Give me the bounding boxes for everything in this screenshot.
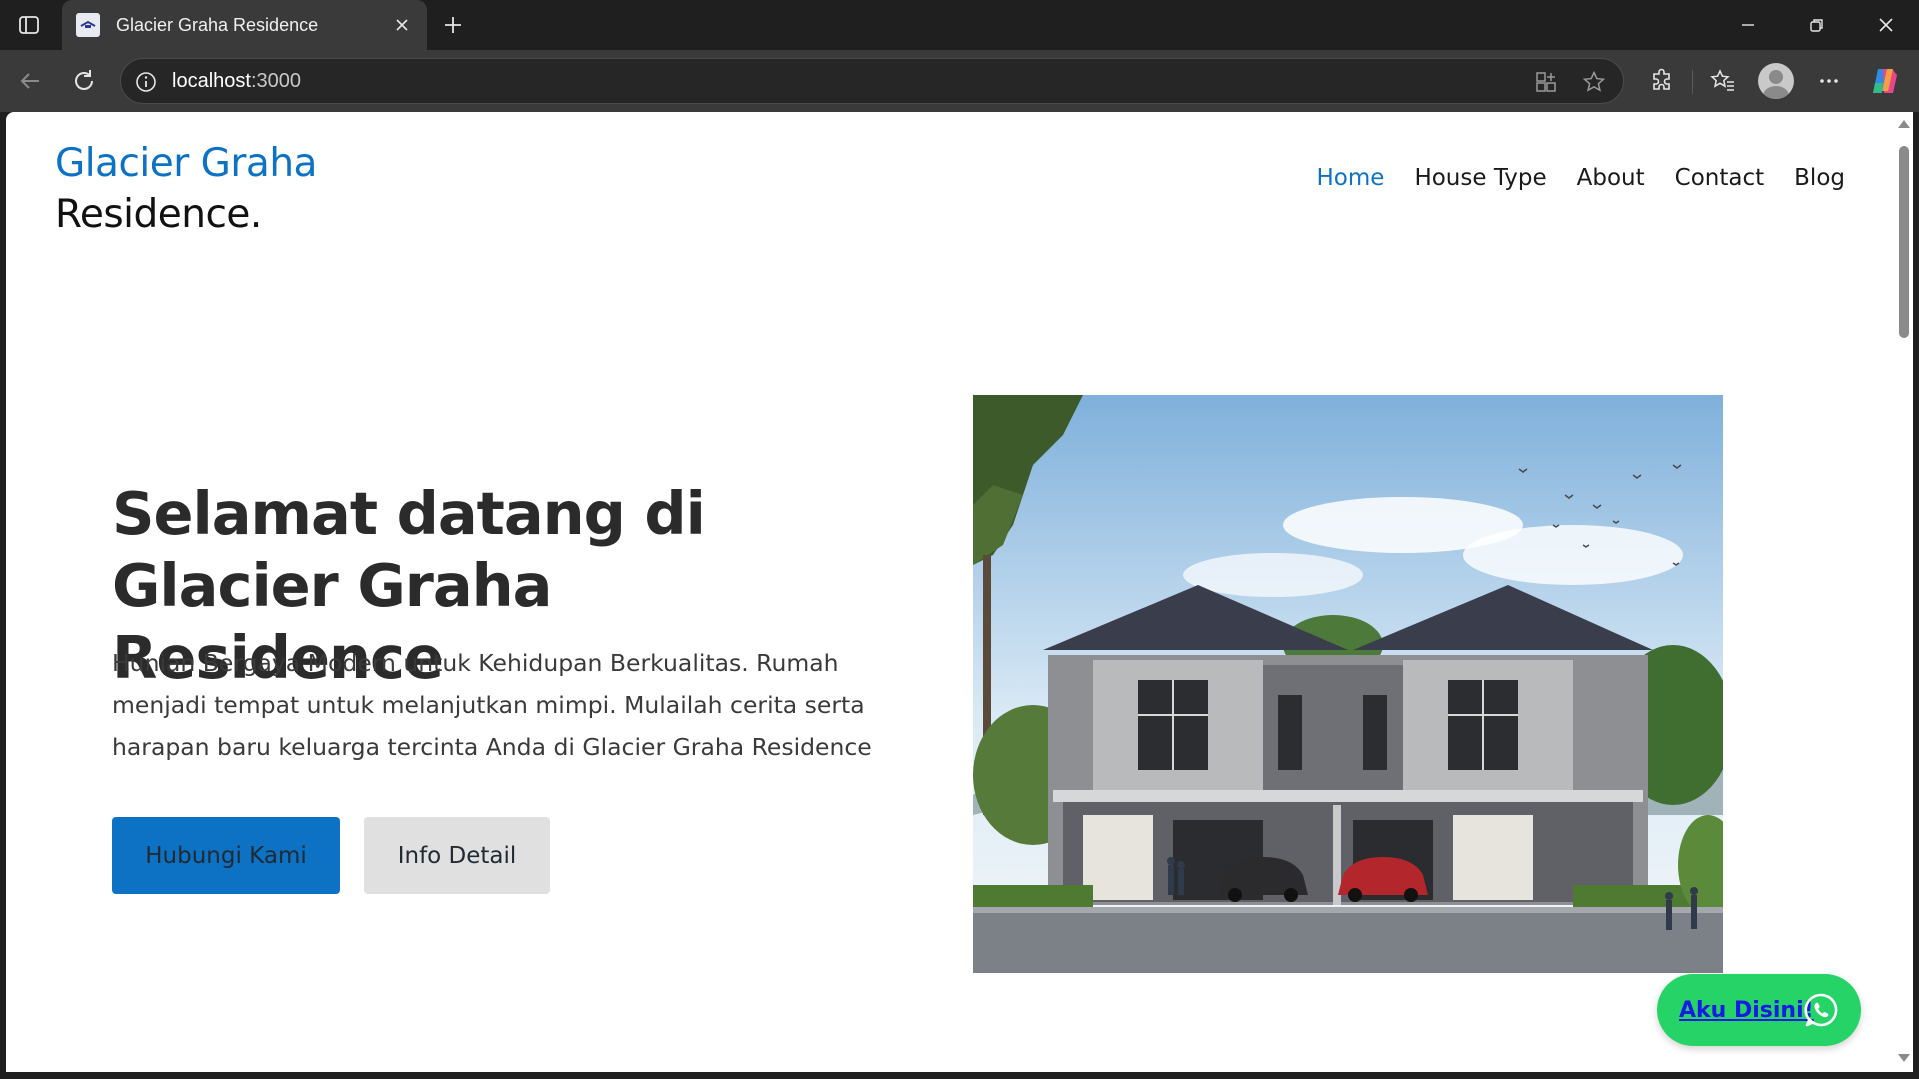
scroll-down-arrow-icon[interactable] [1898, 1054, 1910, 1062]
whatsapp-icon [1804, 993, 1838, 1027]
nav-home[interactable]: Home [1317, 165, 1385, 191]
favicon-icon [76, 13, 100, 37]
hero-house-image [973, 395, 1723, 973]
logo-line-2: Residence. [55, 192, 262, 237]
whatsapp-chat-button[interactable]: Aku Disini! [1657, 974, 1861, 1046]
url-port: :3000 [250, 70, 301, 92]
contact-us-button[interactable]: Hubungi Kami [112, 817, 340, 894]
whatsapp-label[interactable]: Aku Disini! [1679, 998, 1814, 1023]
minimize-icon[interactable] [1728, 8, 1768, 42]
url-host: localhost [172, 70, 251, 92]
browser-tab[interactable]: Glacier Graha Residence [62, 0, 427, 50]
hero-description: Hunian Bergaya Modern untuk Kehidupan Be… [112, 649, 872, 761]
nav-contact[interactable]: Contact [1675, 165, 1764, 191]
main-nav: Home House Type About Contact Blog [1317, 165, 1845, 191]
app-available-icon[interactable] [1532, 68, 1560, 96]
favorite-star-icon[interactable] [1580, 68, 1608, 96]
address-bar[interactable]: localhost:3000 [120, 58, 1624, 104]
close-tab-icon[interactable] [387, 10, 417, 40]
scroll-thumb[interactable] [1899, 146, 1909, 338]
url-text: localhost:3000 [172, 70, 301, 93]
info-detail-button[interactable]: Info Detail [364, 817, 550, 894]
nav-about[interactable]: About [1577, 165, 1645, 191]
site-logo[interactable]: Glacier Graha Residence. [55, 138, 317, 240]
favorites-icon[interactable] [1705, 63, 1741, 99]
site-info-icon[interactable] [133, 69, 159, 95]
profile-avatar-icon[interactable] [1758, 63, 1794, 99]
toolbar-divider [1692, 70, 1693, 94]
tab-actions-icon[interactable] [16, 12, 42, 38]
nav-blog[interactable]: Blog [1794, 165, 1845, 191]
browser-toolbar: localhost:3000 [0, 50, 1919, 112]
copilot-icon[interactable] [1867, 63, 1903, 99]
scroll-up-arrow-icon[interactable] [1898, 120, 1910, 128]
new-tab-icon[interactable] [438, 10, 468, 40]
close-window-icon[interactable] [1866, 8, 1906, 42]
reload-icon[interactable] [66, 63, 102, 99]
nav-house-type[interactable]: House Type [1414, 165, 1546, 191]
logo-line-1: Glacier Graha [55, 141, 317, 186]
page-viewport: Glacier Graha Residence. Home House Type… [6, 112, 1895, 1072]
browser-titlebar: Glacier Graha Residence [0, 0, 1919, 50]
more-menu-icon[interactable] [1811, 63, 1847, 99]
extensions-icon[interactable] [1644, 63, 1680, 99]
page-scrollbar[interactable] [1895, 112, 1913, 1072]
back-icon[interactable] [12, 63, 48, 99]
tab-title: Glacier Graha Residence [116, 14, 319, 35]
restore-icon[interactable] [1797, 8, 1837, 42]
